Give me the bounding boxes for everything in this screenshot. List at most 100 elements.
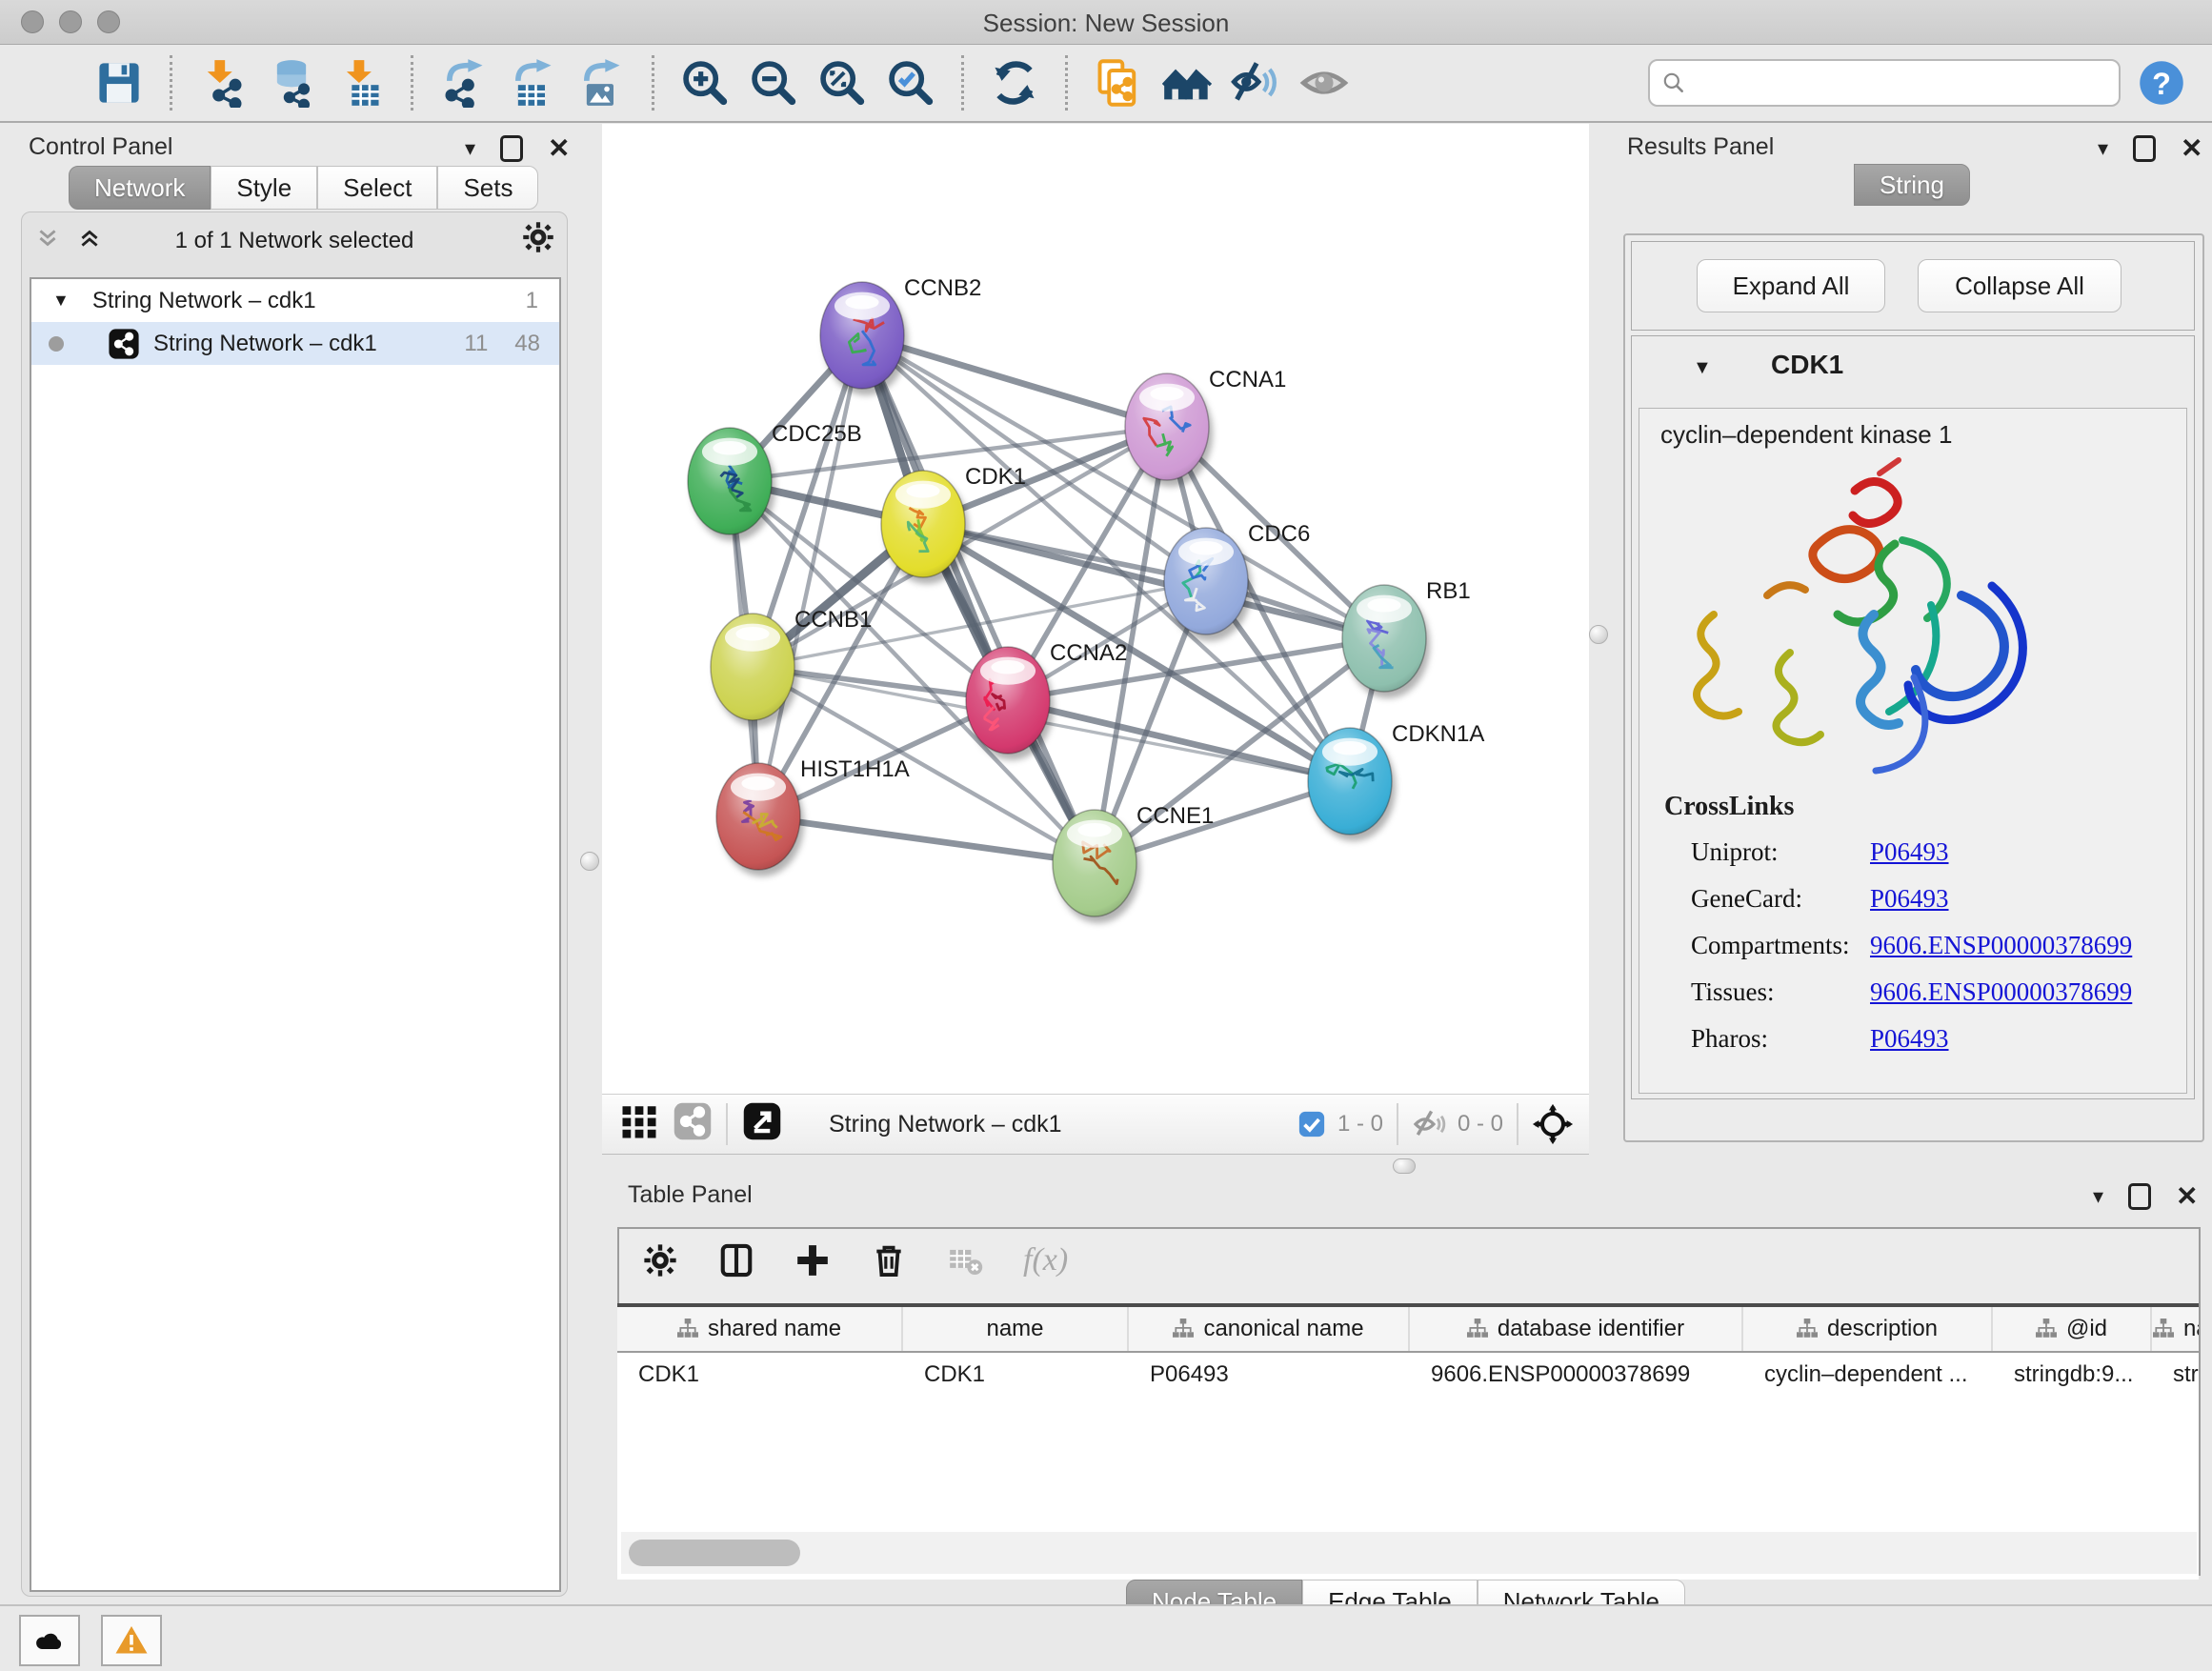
zoom-fit-button[interactable] — [814, 53, 870, 112]
grid-view-button[interactable] — [619, 1101, 659, 1148]
results-panel-float-button[interactable] — [2133, 135, 2156, 162]
scrollbar-thumb[interactable] — [629, 1540, 800, 1566]
edge-CCNB2-HIST1H1A[interactable] — [758, 335, 862, 816]
save-session-button[interactable] — [91, 53, 147, 112]
crosslink-value-link[interactable]: P06493 — [1870, 1024, 1949, 1054]
refresh-button[interactable] — [987, 53, 1042, 112]
table-panel-close-button[interactable]: ✕ — [2176, 1183, 2198, 1210]
tab-style[interactable]: Style — [211, 166, 317, 210]
gene-collapse-triangle-icon[interactable]: ▼ — [1693, 357, 1712, 379]
add-column-plus-icon[interactable] — [794, 1242, 831, 1278]
detach-view-button[interactable] — [741, 1100, 783, 1149]
control-panel-close-button[interactable]: ✕ — [548, 135, 570, 162]
delete-column-trash-icon[interactable] — [871, 1242, 907, 1278]
tab-select[interactable]: Select — [317, 166, 437, 210]
results-panel-close-button[interactable]: ✕ — [2181, 135, 2202, 162]
column-header-description[interactable]: description — [1743, 1307, 1993, 1351]
crosslink-value-link[interactable]: P06493 — [1870, 837, 1949, 867]
open-session-button[interactable] — [23, 53, 78, 112]
import-table-file-button[interactable] — [332, 53, 388, 112]
birdseye-crosshair-icon[interactable] — [1532, 1103, 1574, 1145]
edge-CCNB2-CCNE1[interactable] — [862, 335, 1095, 863]
zoom-in-button[interactable] — [677, 53, 733, 112]
search-field[interactable] — [1648, 59, 2121, 107]
zoom-out-button[interactable] — [746, 53, 801, 112]
node-CCNA1[interactable]: CCNA1 — [1125, 367, 1286, 487]
network-overview-button[interactable] — [673, 1101, 713, 1148]
network-collection-row[interactable]: ▼ String Network – cdk1 1 — [31, 279, 559, 322]
string-home-button[interactable] — [1159, 53, 1215, 112]
control-panel-float-button[interactable] — [500, 135, 523, 162]
results-panel-menu-button[interactable]: ▾ — [2098, 138, 2108, 159]
string-import-button[interactable] — [1091, 53, 1146, 112]
table-panel-menu-button[interactable]: ▾ — [2093, 1186, 2103, 1207]
cell-namespace[interactable]: stringdb — [2152, 1353, 2199, 1397]
cell-canonical-name[interactable]: P06493 — [1129, 1353, 1410, 1397]
column-header-@id[interactable]: @id — [1993, 1307, 2152, 1351]
search-input[interactable] — [1694, 69, 2107, 97]
help-button[interactable]: ? — [2134, 53, 2189, 112]
node-CCNE1[interactable]: CCNE1 — [1053, 803, 1214, 923]
node-CDKN1A[interactable]: CDKN1A — [1308, 721, 1484, 841]
crosslink-value-link[interactable]: 9606.ENSP00000378699 — [1870, 931, 2132, 960]
right-splitter-handle[interactable] — [1589, 625, 1608, 644]
toolbar-separator — [652, 55, 654, 111]
selected-checkbox-icon[interactable] — [1297, 1110, 1326, 1138]
column-header-canonical-name[interactable]: canonical name — [1129, 1307, 1410, 1351]
node-CCNB1[interactable]: CCNB1 — [711, 607, 872, 727]
tab-sets[interactable]: Sets — [437, 166, 538, 210]
node-label-CCNE1: CCNE1 — [1136, 803, 1214, 829]
hidden-eye-slash-icon[interactable] — [1412, 1106, 1448, 1142]
import-network-file-button[interactable] — [195, 53, 251, 112]
crosslink-row: Tissues:9606.ENSP00000378699 — [1691, 977, 2167, 1007]
column-header-database-identifier[interactable]: database identifier — [1410, 1307, 1743, 1351]
node-label-CDC25B: CDC25B — [772, 421, 862, 447]
left-splitter-handle[interactable] — [580, 852, 599, 871]
cloud-status-button[interactable] — [19, 1615, 80, 1666]
collapse-all-button[interactable]: Collapse All — [1918, 259, 2122, 312]
column-header-namespace[interactable]: namespace — [2152, 1307, 2199, 1351]
cell-@id[interactable]: stringdb:9... — [1993, 1353, 2152, 1397]
network-view-toolbar: String Network – cdk1 1 - 0 0 - 0 — [602, 1094, 1589, 1155]
cell-name[interactable]: CDK1 — [903, 1353, 1129, 1397]
string-show-button[interactable] — [1297, 53, 1352, 112]
column-header-name[interactable]: name — [903, 1307, 1129, 1351]
bottom-splitter-handle[interactable] — [1393, 1158, 1416, 1174]
network-row[interactable]: String Network – cdk1 11 48 — [31, 322, 559, 365]
table-horizontal-scrollbar[interactable] — [621, 1532, 2197, 1574]
collection-expand-triangle-icon[interactable]: ▼ — [52, 291, 70, 311]
import-network-database-button[interactable] — [264, 53, 319, 112]
table-panel-float-button[interactable] — [2128, 1183, 2151, 1210]
crosslink-value-link[interactable]: P06493 — [1870, 884, 1949, 914]
zoom-selected-button[interactable] — [883, 53, 938, 112]
table-options-gear-icon[interactable] — [642, 1242, 678, 1278]
network-selected-status: 1 of 1 Network selected — [22, 228, 567, 254]
export-image-button[interactable] — [573, 53, 629, 112]
table-row[interactable]: CDK1CDK1P064939606.ENSP00000378699cyclin… — [617, 1353, 2199, 1397]
export-table-button[interactable] — [505, 53, 560, 112]
cell-database-identifier[interactable]: 9606.ENSP00000378699 — [1410, 1353, 1743, 1397]
control-panel-menu-button[interactable]: ▾ — [465, 138, 475, 159]
column-header-shared-name[interactable]: shared name — [617, 1307, 903, 1351]
network-canvas[interactable]: CCNB2CCNA1CDC25BCDK1CDC6RB1CCNB1CCNA2CDK… — [602, 124, 1589, 1094]
node-CDK1[interactable]: CDK1 — [881, 464, 1026, 584]
tab-network[interactable]: Network — [69, 166, 211, 210]
export-network-button[interactable] — [436, 53, 492, 112]
results-tab-string[interactable]: String — [1854, 164, 1970, 206]
node-CCNA2[interactable]: CCNA2 — [966, 640, 1127, 760]
node-HIST1H1A[interactable]: HIST1H1A — [716, 756, 910, 876]
node-RB1[interactable]: RB1 — [1342, 578, 1471, 698]
string-hide-button[interactable] — [1228, 53, 1283, 112]
cell-description[interactable]: cyclin–dependent ... — [1743, 1353, 1993, 1397]
export-table-icon — [508, 58, 557, 108]
edge-CCNB2-CCNA1[interactable] — [862, 335, 1167, 427]
network-options-gear-icon[interactable] — [521, 220, 555, 261]
show-columns-icon[interactable] — [718, 1242, 754, 1278]
edge-CCNE1-HIST1H1A[interactable] — [758, 816, 1095, 863]
warnings-button[interactable] — [101, 1615, 162, 1666]
node-CCNB2[interactable]: CCNB2 — [820, 275, 981, 395]
cell-shared-name[interactable]: CDK1 — [617, 1353, 903, 1397]
node-CDC25B[interactable]: CDC25B — [688, 421, 862, 541]
expand-all-button[interactable]: Expand All — [1697, 259, 1885, 312]
crosslink-value-link[interactable]: 9606.ENSP00000378699 — [1870, 977, 2132, 1007]
